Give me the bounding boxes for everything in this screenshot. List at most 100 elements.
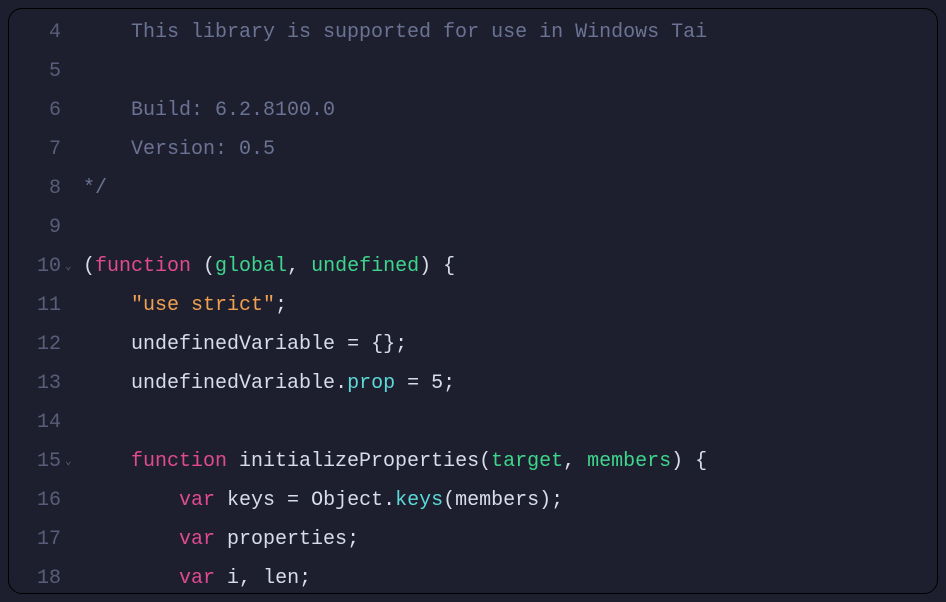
token-punct: , xyxy=(563,450,587,473)
token-punct: . xyxy=(383,489,395,512)
token-string: "use strict" xyxy=(131,294,275,317)
token-comment: Build: 6.2.8100.0 xyxy=(83,99,335,122)
code-line[interactable]: 5 xyxy=(9,52,937,91)
code-content[interactable]: undefinedVariable.prop = 5; xyxy=(83,364,937,403)
fold-indicator xyxy=(65,169,83,179)
code-line[interactable]: 17 var properties; xyxy=(9,520,937,559)
fold-indicator xyxy=(65,364,83,374)
token-punct: ; xyxy=(443,372,455,395)
code-line[interactable]: 15⌄ function initializeProperties(target… xyxy=(9,442,937,481)
code-content[interactable]: undefinedVariable = {}; xyxy=(83,325,937,364)
code-line[interactable]: 7 Version: 0.5 xyxy=(9,130,937,169)
fold-indicator xyxy=(65,403,83,413)
line-number: 17 xyxy=(9,520,65,559)
code-content[interactable]: */ xyxy=(83,169,937,208)
token-comment: */ xyxy=(83,177,107,200)
token-op: = xyxy=(395,372,431,395)
token-op: = xyxy=(335,333,371,356)
code-line[interactable]: 6 Build: 6.2.8100.0 xyxy=(9,91,937,130)
fold-indicator xyxy=(65,130,83,140)
token-ident: i xyxy=(215,567,239,590)
token-punct: ; xyxy=(551,489,563,512)
code-content[interactable]: Build: 6.2.8100.0 xyxy=(83,91,937,130)
token-punct: {}; xyxy=(371,333,407,356)
fold-indicator xyxy=(65,325,83,335)
token-punct xyxy=(83,333,131,356)
token-keyword: var xyxy=(179,528,215,551)
code-line[interactable]: 8 */ xyxy=(9,169,937,208)
fold-indicator xyxy=(65,559,83,569)
token-paren: ( xyxy=(83,255,95,278)
fold-indicator[interactable]: ⌄ xyxy=(65,247,83,278)
token-prop: keys xyxy=(395,489,443,512)
line-number: 10 xyxy=(9,247,65,286)
code-line[interactable]: 10⌄(function (global, undefined) { xyxy=(9,247,937,286)
line-number: 5 xyxy=(9,52,65,91)
token-param: global xyxy=(215,255,287,278)
token-paren: ( xyxy=(443,489,455,512)
token-ident: len xyxy=(263,567,299,590)
code-editor[interactable]: 4 This library is supported for use in W… xyxy=(8,8,938,594)
code-line[interactable]: 11 "use strict"; xyxy=(9,286,937,325)
token-keyword: function xyxy=(131,450,227,473)
code-line[interactable]: 13 undefinedVariable.prop = 5; xyxy=(9,364,937,403)
line-number: 18 xyxy=(9,559,65,594)
token-special: undefined xyxy=(311,255,419,278)
token-punct xyxy=(83,450,131,473)
line-number: 14 xyxy=(9,403,65,442)
fold-indicator xyxy=(65,13,83,23)
fold-indicator xyxy=(65,91,83,101)
line-number: 6 xyxy=(9,91,65,130)
code-line[interactable]: 12 undefinedVariable = {}; xyxy=(9,325,937,364)
line-number: 15 xyxy=(9,442,65,481)
line-number: 12 xyxy=(9,325,65,364)
code-content[interactable]: var keys = Object.keys(members); xyxy=(83,481,937,520)
token-punct: ; xyxy=(275,294,287,317)
line-number: 7 xyxy=(9,130,65,169)
line-number: 9 xyxy=(9,208,65,247)
fold-indicator xyxy=(65,208,83,218)
code-content[interactable]: var properties; xyxy=(83,520,937,559)
token-paren: ( xyxy=(191,255,215,278)
token-punct xyxy=(83,567,179,590)
line-number: 8 xyxy=(9,169,65,208)
code-content[interactable]: "use strict"; xyxy=(83,286,937,325)
fold-indicator xyxy=(65,52,83,62)
code-line[interactable]: 16 var keys = Object.keys(members); xyxy=(9,481,937,520)
token-func: initializeProperties xyxy=(227,450,479,473)
code-content[interactable]: var i, len; xyxy=(83,559,937,594)
line-number: 13 xyxy=(9,364,65,403)
token-comment: Version: 0.5 xyxy=(83,138,275,161)
code-line[interactable]: 9 xyxy=(9,208,937,247)
code-line[interactable]: 14 xyxy=(9,403,937,442)
token-punct xyxy=(83,372,131,395)
fold-indicator xyxy=(65,286,83,296)
code-content[interactable]: Version: 0.5 xyxy=(83,130,937,169)
fold-indicator[interactable]: ⌄ xyxy=(65,442,83,473)
token-ident: Object xyxy=(311,489,383,512)
code-line[interactable]: 4 This library is supported for use in W… xyxy=(9,13,937,52)
line-number: 11 xyxy=(9,286,65,325)
token-param: members xyxy=(587,450,671,473)
token-paren: ( xyxy=(479,450,491,473)
token-keyword: var xyxy=(179,489,215,512)
token-punct: ; xyxy=(299,567,311,590)
token-prop: prop xyxy=(347,372,395,395)
code-line[interactable]: 18 var i, len; xyxy=(9,559,937,594)
fold-indicator xyxy=(65,481,83,491)
token-ident: properties xyxy=(215,528,347,551)
token-punct: { xyxy=(683,450,707,473)
token-punct: . xyxy=(335,372,347,395)
fold-indicator xyxy=(65,520,83,530)
token-paren: ) xyxy=(671,450,683,473)
code-content[interactable]: (function (global, undefined) { xyxy=(83,247,937,286)
token-number: 5 xyxy=(431,372,443,395)
token-punct xyxy=(83,294,131,317)
token-punct: , xyxy=(287,255,311,278)
code-content[interactable]: function initializeProperties(target, me… xyxy=(83,442,937,481)
token-punct xyxy=(83,489,179,512)
token-ident: undefinedVariable xyxy=(131,333,335,356)
code-content[interactable]: This library is supported for use in Win… xyxy=(83,13,937,52)
token-ident: members xyxy=(455,489,539,512)
token-comment: This library is supported for use in Win… xyxy=(83,21,707,44)
